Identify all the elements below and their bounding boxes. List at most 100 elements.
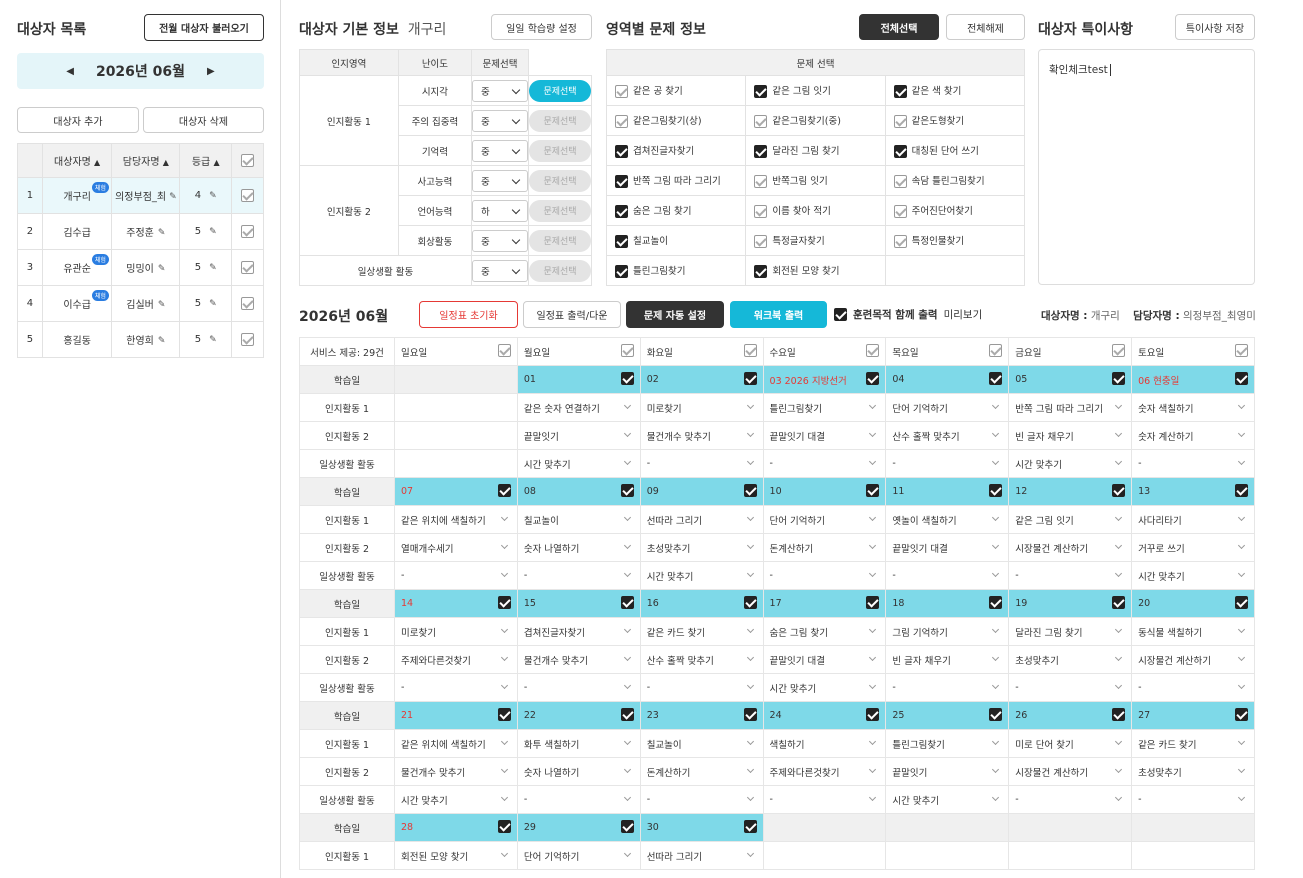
col-mgr-header[interactable]: 담당자명 ▲ [111,143,181,178]
activity-select[interactable]: - [639,785,764,814]
problem-checkbox[interactable] [754,175,768,188]
row-checkbox[interactable] [231,321,264,358]
day-checkbox[interactable] [1112,708,1126,721]
activity-select[interactable]: 물건개수 맞추기 [516,645,641,674]
preview-link[interactable]: 미리보기 [944,307,983,322]
day-cell[interactable]: 01 [516,365,641,394]
activity-select[interactable]: 화투 색칠하기 [516,729,641,758]
row-checkbox[interactable] [231,249,264,286]
row-checkbox[interactable] [231,177,264,214]
day-checkbox[interactable] [989,372,1003,385]
activity-select[interactable]: 주제와다른것찾기 [394,645,518,674]
notes-textarea[interactable]: 확인체크test [1038,49,1255,285]
pick-problem-button[interactable]: 문제선택 [529,259,591,282]
sort-icon[interactable]: ▲ [213,158,219,167]
activity-select[interactable]: 산수 홀짝 맞추기 [639,645,764,674]
activity-select[interactable]: - [516,673,641,702]
activity-select[interactable]: 시장물건 계산하기 [1008,533,1133,562]
table-row[interactable]: 4 이수급 체험 김실버 ✎ 5 ✎ [17,285,264,322]
edit-icon[interactable]: ✎ [209,227,217,237]
activity-select[interactable]: - [516,561,641,590]
activity-select[interactable]: - [1008,561,1133,590]
activity-select[interactable]: 단어 기억하기 [885,393,1010,422]
activity-select[interactable]: - [762,561,887,590]
auto-problem-button[interactable]: 문제 자동 설정 [626,301,724,328]
day-checkbox[interactable] [989,708,1003,721]
activity-select[interactable]: - [1131,785,1255,814]
level-select[interactable]: 중 [472,169,528,192]
day-cell[interactable]: 07 [394,477,518,506]
table-row[interactable]: 1개구리체험의정부점_최영✎4✎ [17,177,264,214]
day-checkbox[interactable] [1235,596,1248,609]
problem-item[interactable]: 겹쳐진글자찾기 [605,135,747,166]
problem-checkbox[interactable] [754,265,768,278]
day-checkbox[interactable] [743,820,757,833]
day-checkbox[interactable] [743,708,757,721]
day-cell[interactable]: 29 [516,813,641,842]
problem-item[interactable]: 칠교놀이 [605,225,747,256]
activity-select[interactable]: 돈계산하기 [639,757,764,786]
activity-select[interactable]: 그림 기억하기 [885,617,1010,646]
edit-icon[interactable]: ✎ [158,264,166,274]
activity-select[interactable]: 숫자 계산하기 [1131,421,1255,450]
edit-icon[interactable]: ✎ [158,300,166,310]
reset-schedule-button[interactable]: 일정표 초기화 [419,301,518,328]
problem-checkbox[interactable] [893,175,907,188]
activity-select[interactable]: 반쪽 그림 따라 그리기 [1008,393,1133,422]
problem-checkbox[interactable] [615,85,628,98]
day-checkbox[interactable] [743,596,757,609]
day-cell[interactable]: 16 [639,589,764,618]
activity-select[interactable]: 시간 맞추기 [516,449,641,478]
problem-item[interactable]: 같은 색 찾기 [884,75,1026,106]
pick-problem-button[interactable]: 문제선택 [529,169,591,192]
activity-select[interactable]: 색칠하기 [762,729,887,758]
problem-checkbox[interactable] [615,145,628,158]
problem-item[interactable]: 특정글자찾기 [745,225,886,256]
weekday-checkbox[interactable] [497,344,511,357]
workbook-print-button[interactable]: 워크북 출력 [730,301,827,328]
day-cell[interactable]: 08 [516,477,641,506]
edit-icon[interactable]: ✎ [158,228,166,238]
level-select[interactable]: 중 [472,139,528,162]
activity-select[interactable]: 초성맞추기 [1008,645,1133,674]
day-cell[interactable]: 17 [762,589,887,618]
activity-select[interactable]: - [885,449,1010,478]
activity-select[interactable]: 겹쳐진글자찾기 [516,617,641,646]
activity-select[interactable]: 같은 숫자 연결하기 [516,393,641,422]
deselect-all-button[interactable]: 전체해제 [946,14,1025,40]
problem-item[interactable]: 대칭된 단어 쓰기 [884,135,1026,166]
problem-checkbox[interactable] [893,235,907,248]
problem-item[interactable]: 같은그림찾기(상) [605,105,747,136]
edit-icon[interactable]: ✎ [169,192,177,202]
activity-select[interactable]: 달라진 그림 찾기 [1008,617,1133,646]
save-notes-button[interactable]: 특이사항 저장 [1175,14,1255,40]
activity-select[interactable]: 끝말잇기 대결 [762,421,887,450]
day-cell[interactable]: 19 [1008,589,1133,618]
problem-item[interactable]: 같은 그림 잇기 [745,75,886,106]
col-grade-header[interactable]: 등급 ▲ [179,143,233,178]
activity-select[interactable]: 칠교놀이 [639,729,764,758]
activity-select[interactable]: 숫자 나열하기 [516,757,641,786]
level-select[interactable]: 중 [472,79,528,102]
activity-select[interactable]: - [394,673,518,702]
problem-item[interactable]: 숨은 그림 찾기 [605,195,747,226]
day-cell[interactable]: 10 [762,477,887,506]
activity-select[interactable]: 숫자 나열하기 [516,533,641,562]
edit-icon[interactable]: ✎ [209,335,217,345]
day-checkbox[interactable] [866,596,880,609]
prev-month-icon[interactable]: ◀ [66,66,74,77]
activity-select[interactable]: 물건개수 맞추기 [639,421,764,450]
activity-select[interactable]: 빈 글자 채우기 [1008,421,1133,450]
day-cell[interactable]: 04 [885,365,1010,394]
activity-select[interactable]: 끝말잇기 [885,757,1010,786]
day-checkbox[interactable] [620,484,634,497]
day-cell[interactable]: 05 [1008,365,1133,394]
day-cell[interactable]: 22 [516,701,641,730]
activity-select[interactable]: 시간 맞추기 [1131,561,1255,590]
activity-select[interactable]: 초성맞추기 [639,533,764,562]
purpose-option[interactable]: 훈련목적 함께 출력 미리보기 [834,307,982,322]
select-all-button[interactable]: 전체선택 [859,14,939,40]
edit-icon[interactable]: ✎ [209,263,217,273]
day-checkbox[interactable] [1112,596,1126,609]
day-cell[interactable]: 28 [394,813,518,842]
